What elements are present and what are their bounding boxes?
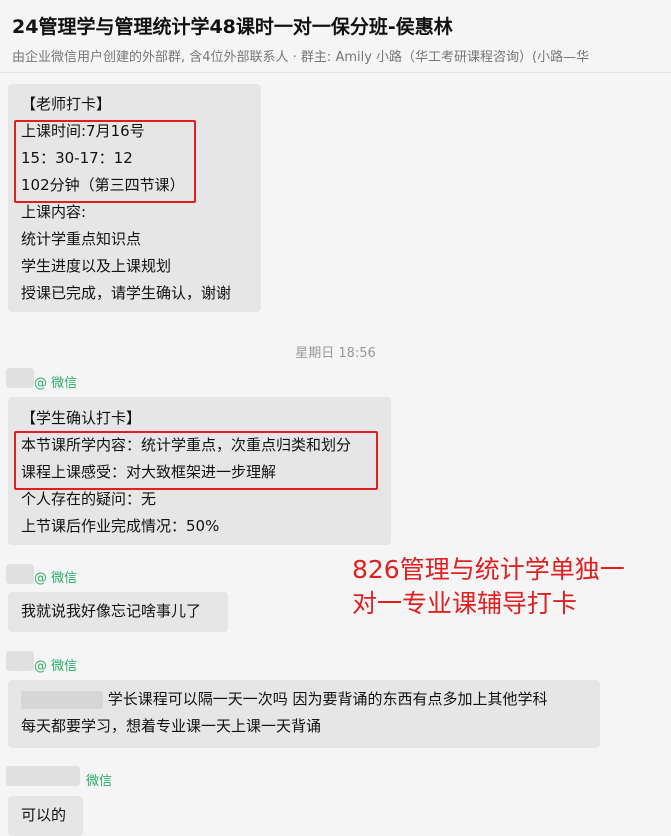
message-line: 统计学重点知识点: [21, 230, 142, 248]
message-line: 【老师打卡】: [21, 95, 112, 113]
annotation-overlay: 826管理与统计学单独一 对一专业课辅导打卡: [352, 553, 625, 621]
annotation-line: 对一专业课辅导打卡: [352, 589, 578, 618]
message-line: 上节课后作业完成情况：50%: [21, 517, 220, 535]
message-line: 【学生确认打卡】: [21, 409, 142, 427]
sender-name: 微信: [86, 774, 113, 789]
highlight-box: [14, 120, 196, 203]
blurred-name: [21, 690, 103, 709]
chat-subtitle: 由企业微信用户创建的外部群, 含4位外部联系人 · 群主: Amily 小路（华…: [12, 50, 590, 65]
blurred-avatar: [6, 651, 34, 671]
message-text: 可以的: [21, 806, 67, 824]
forgot-message[interactable]: 我就说我好像忘记啥事儿了: [8, 592, 228, 632]
blurred-avatar: [6, 564, 34, 584]
message-line: 每天都要学习，想着专业课一天上课一天背诵: [21, 717, 322, 735]
message-line: 学长课程可以隔一天一次吗 因为要背诵的东西有点多加上其他学科: [21, 686, 600, 713]
request-message[interactable]: 学长课程可以隔一天一次吗 因为要背诵的东西有点多加上其他学科 每天都要学习，想着…: [8, 680, 600, 748]
message-text: 我就说我好像忘记啥事儿了: [21, 602, 202, 620]
message-line: 上课内容:: [21, 203, 87, 221]
message-line: 授课已完成，请学生确认，谢谢: [21, 284, 232, 302]
annotation-line: 826管理与统计学单独一: [352, 555, 625, 584]
sender-name: @ 微信: [34, 659, 78, 674]
sender-name: @ 微信: [34, 571, 78, 586]
blurred-avatar: [6, 766, 80, 786]
sender-name: @ 微信: [34, 376, 78, 391]
chat-header: 24管理学与管理统计学48课时一对一保分班-侯惠林 由企业微信用户创建的外部群,…: [0, 0, 671, 73]
message-line: 个人存在的疑问：无: [21, 490, 157, 508]
message-line-text: 学长课程可以隔一天一次吗 因为要背诵的东西有点多加上其他学科: [107, 690, 548, 708]
message-line: 学生进度以及上课规划: [21, 257, 172, 275]
blurred-avatar: [6, 368, 34, 388]
highlight-box: [14, 431, 378, 490]
chat-title[interactable]: 24管理学与管理统计学48课时一对一保分班-侯惠林: [12, 12, 453, 39]
message-timestamp: 星期日 18:56: [295, 346, 376, 361]
reply-message[interactable]: 可以的: [8, 796, 83, 836]
